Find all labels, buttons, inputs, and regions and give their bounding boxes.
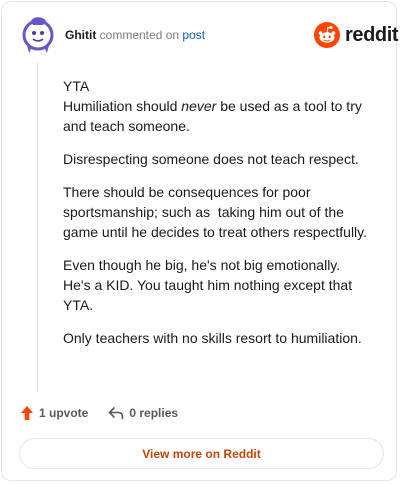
comment-line: YTA bbox=[63, 78, 90, 94]
upvote-arrow-icon bbox=[21, 406, 33, 420]
reddit-wordmark: reddit bbox=[345, 24, 399, 46]
post-link[interactable]: post bbox=[182, 28, 205, 42]
reddit-logo[interactable]: reddit bbox=[314, 21, 399, 49]
comment-paragraph-4: Even though he big, he's not big emotion… bbox=[63, 255, 383, 315]
comment-header: Ghitit commented on post bbox=[65, 28, 205, 42]
view-more-button[interactable]: View more on Reddit bbox=[19, 438, 384, 469]
comment-line: Even though he big, he's not big emotion… bbox=[63, 257, 341, 273]
comment-line: game until he decides to treat others re… bbox=[63, 224, 368, 240]
upvote-button[interactable]: 1 upvote bbox=[20, 405, 88, 421]
comment-line: and teach someone. bbox=[63, 118, 190, 134]
reply-arrow-icon bbox=[109, 407, 124, 420]
comment-line: sportsmanship; such as taking him out of… bbox=[63, 204, 344, 220]
username[interactable]: Ghitit bbox=[65, 28, 96, 42]
comment-line: YTA. bbox=[63, 297, 94, 313]
emphasis-text: never bbox=[181, 98, 217, 114]
comment-line: Humiliation should never be used as a to… bbox=[63, 98, 362, 114]
action-text: commented on bbox=[99, 28, 180, 42]
thread-line[interactable] bbox=[37, 63, 38, 392]
comment-paragraph-1: YTA Humiliation should never be used as … bbox=[63, 76, 383, 136]
comment-line: There should be consequences for poor bbox=[63, 184, 311, 200]
comment-line: He's a KID. You taught him nothing excep… bbox=[63, 277, 353, 293]
replies-button[interactable]: 0 replies bbox=[108, 406, 178, 420]
snoo-avatar-icon bbox=[22, 17, 54, 53]
comment-card: Ghitit commented on post reddit YTA Humi… bbox=[1, 1, 399, 481]
comment-paragraph-2: Disrespecting someone does not teach res… bbox=[63, 151, 359, 167]
upvote-count: 1 upvote bbox=[39, 406, 89, 420]
comment-paragraph-5: Only teachers with no skills resort to h… bbox=[63, 330, 362, 346]
comment-actions: 1 upvote 0 replies bbox=[20, 403, 178, 423]
replies-count: 0 replies bbox=[129, 406, 179, 420]
reddit-snoo-icon bbox=[314, 22, 340, 48]
comment-body: YTA Humiliation should never be used as … bbox=[63, 76, 383, 361]
avatar[interactable] bbox=[21, 15, 55, 55]
comment-paragraph-3: There should be consequences for poor sp… bbox=[63, 182, 383, 242]
